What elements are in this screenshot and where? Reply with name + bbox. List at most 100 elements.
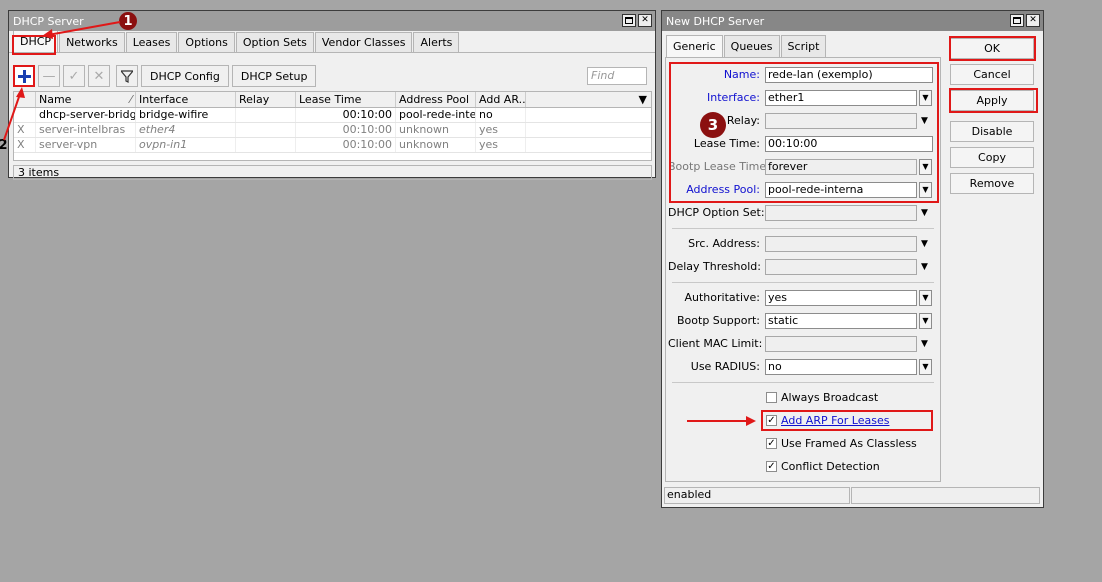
x-icon: ✕ <box>93 68 105 84</box>
client-mac-limit-dropdown-icon[interactable]: ▼ <box>921 340 928 349</box>
authoritative-dropdown-icon[interactable]: ▼ <box>919 290 932 306</box>
lease-time-label: Lease Time: <box>693 137 760 150</box>
address-pool-label: Address Pool: <box>686 183 760 196</box>
add-button[interactable] <box>13 65 35 87</box>
src-address-field[interactable] <box>765 236 917 252</box>
column-add-arp[interactable]: Add AR... <box>476 92 526 107</box>
column-relay[interactable]: Relay <box>236 92 296 107</box>
bootp-lease-time-dropdown-icon[interactable]: ▼ <box>919 159 932 175</box>
delay-threshold-field[interactable] <box>765 259 917 275</box>
bootp-support-field[interactable]: static <box>765 313 917 329</box>
columns-dropdown-icon[interactable]: ▼ <box>526 92 651 107</box>
delay-threshold-dropdown-icon[interactable]: ▼ <box>921 263 928 272</box>
enable-button[interactable]: ✓ <box>63 65 85 87</box>
close-icon[interactable]: ✕ <box>1026 14 1040 27</box>
arrow-icon <box>687 416 756 426</box>
cancel-button[interactable]: Cancel <box>950 64 1034 85</box>
status-enabled: enabled <box>664 487 850 504</box>
bootp-lease-time-field[interactable]: forever <box>765 159 917 175</box>
filter-icon <box>121 69 133 83</box>
maximize-icon[interactable] <box>1010 14 1024 27</box>
client-mac-limit-label: Client MAC Limit: <box>668 337 763 350</box>
tab-options[interactable]: Options <box>178 32 235 52</box>
relay-field[interactable] <box>765 113 917 129</box>
address-pool-dropdown-icon[interactable]: ▼ <box>919 182 932 198</box>
tab-leases[interactable]: Leases <box>125 32 178 52</box>
dhcp-server-table: Name ⁄ Interface Relay Lease Time Address… <box>13 91 652 161</box>
lease-time-field[interactable]: 00:10:00 <box>765 136 933 152</box>
row-relay <box>236 108 296 122</box>
add-arp-label: Add ARP For Leases <box>781 414 890 427</box>
column-lease-time[interactable]: Lease Time <box>296 92 396 107</box>
tab-generic[interactable]: Generic <box>666 35 723 57</box>
address-pool-field[interactable]: pool-rede-interna <box>765 182 917 198</box>
use-framed-classless-label: Use Framed As Classless <box>781 437 917 450</box>
dhcp-option-set-dropdown-icon[interactable]: ▼ <box>921 209 928 218</box>
dhcp-option-set-field[interactable] <box>765 205 917 221</box>
row-name: server-vpn <box>36 138 136 152</box>
delay-threshold-label: Delay Threshold: <box>668 260 761 273</box>
tab-script[interactable]: Script <box>780 35 827 57</box>
add-arp-checkbox[interactable]: ✓ <box>766 415 777 426</box>
column-name[interactable]: Name ⁄ <box>36 92 136 107</box>
tab-vendor-classes[interactable]: Vendor Classes <box>314 32 413 52</box>
tab-option-sets[interactable]: Option Sets <box>235 32 314 52</box>
disable-button[interactable]: Disable <box>950 121 1034 142</box>
src-address-label: Src. Address: <box>688 237 760 250</box>
maximize-icon[interactable] <box>622 14 636 27</box>
interface-label: Interface: <box>707 91 760 104</box>
filter-button[interactable] <box>116 65 138 87</box>
row-interface: ovpn-in1 <box>136 138 236 152</box>
column-address-pool[interactable]: Address Pool <box>396 92 476 107</box>
items-count: 3 items <box>13 165 652 180</box>
divider <box>672 282 934 283</box>
use-radius-field[interactable]: no <box>765 359 917 375</box>
new-dhcp-tabs: Generic Queues Script <box>666 35 827 57</box>
bootp-support-dropdown-icon[interactable]: ▼ <box>919 313 932 329</box>
conflict-detection-checkbox[interactable]: ✓ <box>766 461 777 472</box>
row-address-pool: unknown <box>396 138 476 152</box>
find-input[interactable]: Find <box>587 67 647 85</box>
dhcp-setup-button[interactable]: DHCP Setup <box>231 65 317 87</box>
new-dhcp-titlebar[interactable]: New DHCP Server ✕ <box>662 11 1043 31</box>
use-radius-dropdown-icon[interactable]: ▼ <box>919 359 932 375</box>
relay-dropdown-icon[interactable]: ▼ <box>921 117 928 126</box>
table-row[interactable]: dhcp-server-bridg... bridge-wifire 00:10… <box>14 108 651 123</box>
interface-dropdown-icon[interactable]: ▼ <box>919 90 932 106</box>
ok-button[interactable]: OK <box>950 38 1034 59</box>
divider <box>672 228 934 229</box>
row-name: server-intelbras <box>36 123 136 137</box>
row-add-arp: no <box>476 108 526 122</box>
table-row[interactable]: X server-intelbras ether4 00:10:00 unkno… <box>14 123 651 138</box>
src-address-dropdown-icon[interactable]: ▼ <box>921 240 928 249</box>
client-mac-limit-field[interactable] <box>765 336 917 352</box>
remove-button[interactable]: Remove <box>950 173 1034 194</box>
row-lease-time: 00:10:00 <box>296 108 396 122</box>
name-field[interactable]: rede-lan (exemplo) <box>765 67 933 83</box>
close-icon[interactable]: ✕ <box>638 14 652 27</box>
row-add-arp: yes <box>476 123 526 137</box>
always-broadcast-checkbox[interactable] <box>766 392 777 403</box>
apply-button[interactable]: Apply <box>950 90 1034 111</box>
column-interface[interactable]: Interface <box>136 92 236 107</box>
disable-button[interactable]: ✕ <box>88 65 110 87</box>
status-extra <box>851 487 1040 504</box>
always-broadcast-label: Always Broadcast <box>781 391 879 404</box>
plus-icon <box>17 69 31 83</box>
row-interface: bridge-wifire <box>136 108 236 122</box>
check-icon: ✓ <box>68 68 80 84</box>
use-framed-classless-checkbox[interactable]: ✓ <box>766 438 777 449</box>
row-name: dhcp-server-bridg... <box>36 108 136 122</box>
authoritative-field[interactable]: yes <box>765 290 917 306</box>
remove-button[interactable]: — <box>38 65 60 87</box>
dhcp-config-button[interactable]: DHCP Config <box>141 65 229 87</box>
interface-field[interactable]: ether1 <box>765 90 917 106</box>
step-3-badge: 3 <box>700 112 726 138</box>
row-address-pool: unknown <box>396 123 476 137</box>
copy-button[interactable]: Copy <box>950 147 1034 168</box>
tab-queues[interactable]: Queues <box>723 35 780 57</box>
row-relay <box>236 123 296 137</box>
tab-alerts[interactable]: Alerts <box>413 32 460 52</box>
table-row[interactable]: X server-vpn ovpn-in1 00:10:00 unknown y… <box>14 138 651 153</box>
row-relay <box>236 138 296 152</box>
